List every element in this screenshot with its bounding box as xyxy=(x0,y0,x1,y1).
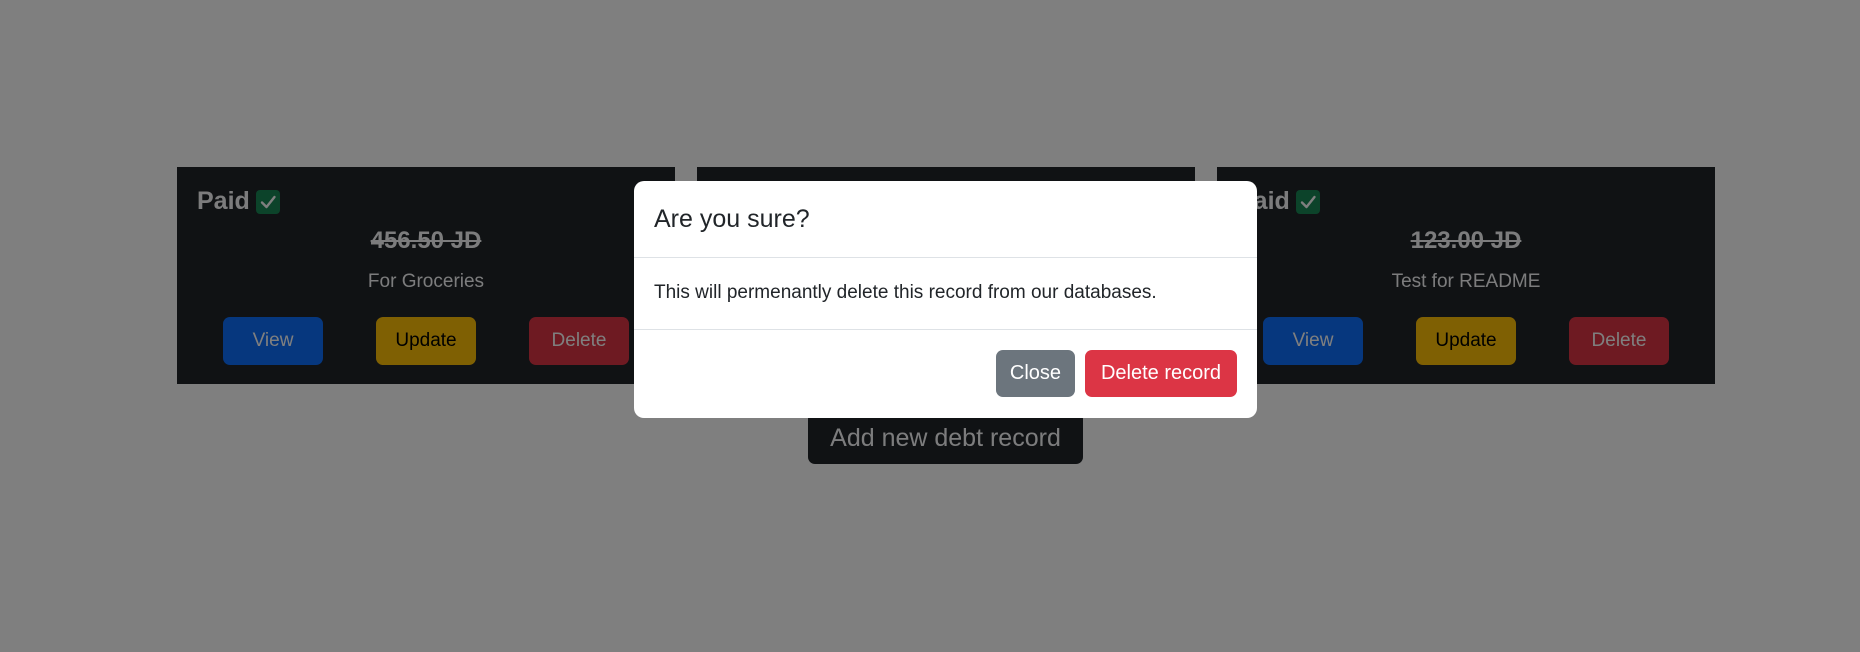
modal-header: Are you sure? xyxy=(634,181,1257,258)
modal-title: Are you sure? xyxy=(654,205,810,233)
modal-message: This will permenantly delete this record… xyxy=(654,282,1157,303)
confirm-delete-modal: Are you sure? This will permenantly dele… xyxy=(634,181,1257,418)
delete-record-button[interactable]: Delete record xyxy=(1085,350,1237,397)
modal-body: This will permenantly delete this record… xyxy=(634,258,1257,330)
modal-footer: Close Delete record xyxy=(634,330,1257,418)
close-button[interactable]: Close xyxy=(996,350,1075,397)
